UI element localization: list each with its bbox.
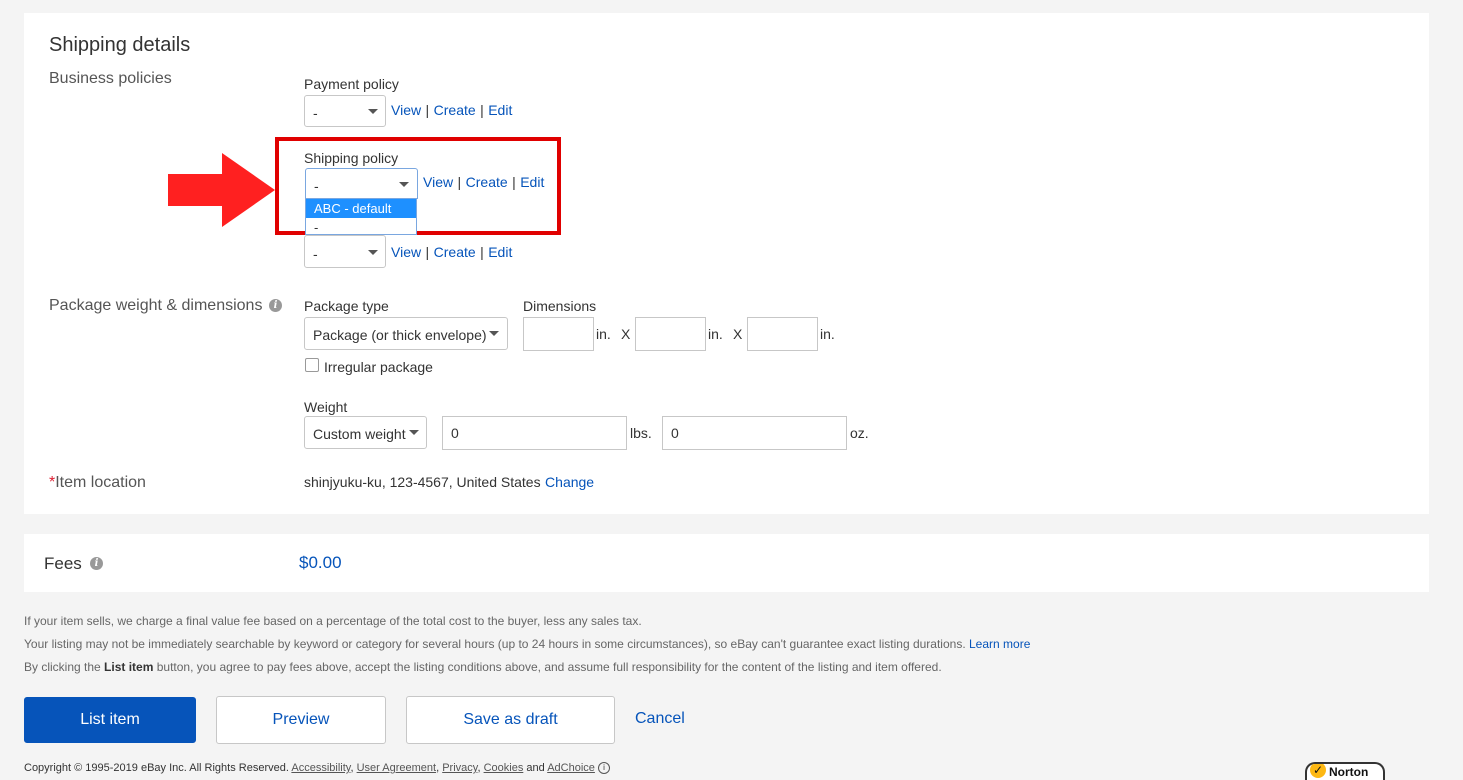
payment-create-link[interactable]: Create [434,102,476,118]
dimensions-label: Dimensions [523,298,597,314]
agreement-pre: By clicking the [24,660,101,674]
shipping-create-link[interactable]: Create [466,174,508,190]
norton-badge[interactable]: ✓ Norton [1305,762,1385,780]
red-arrow-icon [168,153,275,227]
item-location-value-row: shinjyuku-ku, 123-4567, United States Ch… [304,474,594,492]
highlight-box: Shipping policy - ABC - default - View |… [275,137,561,235]
payment-view-link[interactable]: View [391,102,421,118]
separator: | [425,102,430,118]
and-text: and [526,762,545,774]
times-1: X [621,326,631,342]
info-icon[interactable]: i [269,299,282,312]
package-type-value: Package (or thick envelope) [313,327,487,343]
cookies-link[interactable]: Cookies [484,762,524,774]
return-policy-select[interactable]: - [304,235,386,268]
return-create-link[interactable]: Create [434,244,476,260]
fees-label: Fees [44,554,82,573]
footer: Copyright © 1995-2019 eBay Inc. All Righ… [24,762,610,775]
fees-amount: $0.00 [299,553,342,572]
shipping-view-link[interactable]: View [423,174,453,190]
payment-policy-select[interactable]: - [304,95,386,127]
unit-in-2: in. [708,326,723,342]
shipping-policy-value: - [314,178,319,194]
return-edit-link[interactable]: Edit [488,244,512,260]
dimension-width-input[interactable] [635,317,706,351]
shipping-details-panel: Shipping details Business policies Payme… [24,13,1429,514]
shipping-policy-links: View | Create | Edit [423,174,544,192]
fees-panel: Fees i $0.00 [24,534,1429,592]
separator: | [425,244,430,260]
return-policy-links: View | Create | Edit [391,244,512,262]
oz-unit: oz. [850,425,869,441]
agreement-bold: List item [104,660,154,674]
privacy-link[interactable]: Privacy [442,762,477,774]
lbs-unit: lbs. [630,425,652,441]
payment-policy-value: - [313,105,318,121]
business-policies-label: Business policies [49,70,172,87]
comma: , [350,762,354,774]
payment-policy-links: View | Create | Edit [391,102,512,120]
package-label: Package weight & dimensions [49,297,262,315]
preview-button[interactable]: Preview [216,696,386,744]
payment-policy-label: Payment policy [304,76,399,92]
adchoice-icon: i [597,762,610,775]
adchoice-link[interactable]: AdChoice [547,762,595,774]
dimension-length-input[interactable] [523,317,594,351]
shipping-policy-select[interactable]: - [305,168,418,199]
unit-in-1: in. [596,326,611,342]
chevron-down-icon [368,109,378,114]
chevron-down-icon [409,430,419,435]
separator: | [480,244,484,260]
chevron-down-icon [368,250,378,255]
change-location-link[interactable]: Change [545,474,594,490]
item-location-label: *Item location [49,474,146,492]
shipping-edit-link[interactable]: Edit [520,174,544,190]
dropdown-option-abc-default[interactable]: ABC - default [306,199,416,218]
save-draft-button[interactable]: Save as draft [406,696,615,744]
learn-more-link[interactable]: Learn more [969,637,1030,651]
comma: , [436,762,440,774]
accessibility-link[interactable]: Accessibility [291,762,350,774]
item-location-value: shinjyuku-ku, 123-4567, United States [304,474,541,490]
return-view-link[interactable]: View [391,244,421,260]
irregular-label: Irregular package [324,359,433,375]
times-2: X [733,326,743,342]
weight-lbs-input[interactable] [442,416,627,450]
weight-label: Weight [304,399,348,415]
separator: | [457,174,462,190]
unit-in-3: in. [820,326,835,342]
weight-oz-input[interactable] [662,416,847,450]
agreement-post: button, you agree to pay fees above, acc… [156,660,942,674]
listing-note: Your listing may not be immediately sear… [24,637,1030,651]
item-location-text: Item location [55,474,146,491]
info-icon[interactable]: i [90,557,103,570]
package-label-text: Package weight & dimensions [49,297,263,314]
package-type-label: Package type [304,298,389,314]
irregular-checkbox[interactable] [305,358,319,372]
return-policy-value: - [313,246,318,262]
list-item-button[interactable]: List item [24,697,196,743]
user-agreement-link[interactable]: User Agreement [357,762,436,774]
weight-type-select[interactable]: Custom weight [304,416,427,449]
cancel-link[interactable]: Cancel [635,710,685,728]
shipping-policy-dropdown: ABC - default - [305,199,417,235]
separator: | [512,174,516,190]
payment-edit-link[interactable]: Edit [488,102,512,118]
weight-type-value: Custom weight [313,426,406,442]
dimension-height-input[interactable] [747,317,818,351]
dropdown-option-none[interactable]: - [306,218,416,234]
chevron-down-icon [399,182,409,187]
fee-note: If your item sells, we charge a final va… [24,614,642,628]
separator: | [480,102,484,118]
comma: , [477,762,481,774]
section-title: Shipping details [49,34,191,56]
copyright: Copyright © 1995-2019 eBay Inc. All Righ… [24,762,289,774]
shipping-policy-label: Shipping policy [304,150,399,166]
checkmark-icon: ✓ [1310,764,1326,778]
package-type-select[interactable]: Package (or thick envelope) [304,317,508,350]
agreement-note: By clicking the List item button, you ag… [24,660,942,674]
norton-label: Norton [1329,765,1369,779]
chevron-down-icon [489,331,499,336]
listing-note-text: Your listing may not be immediately sear… [24,637,966,651]
